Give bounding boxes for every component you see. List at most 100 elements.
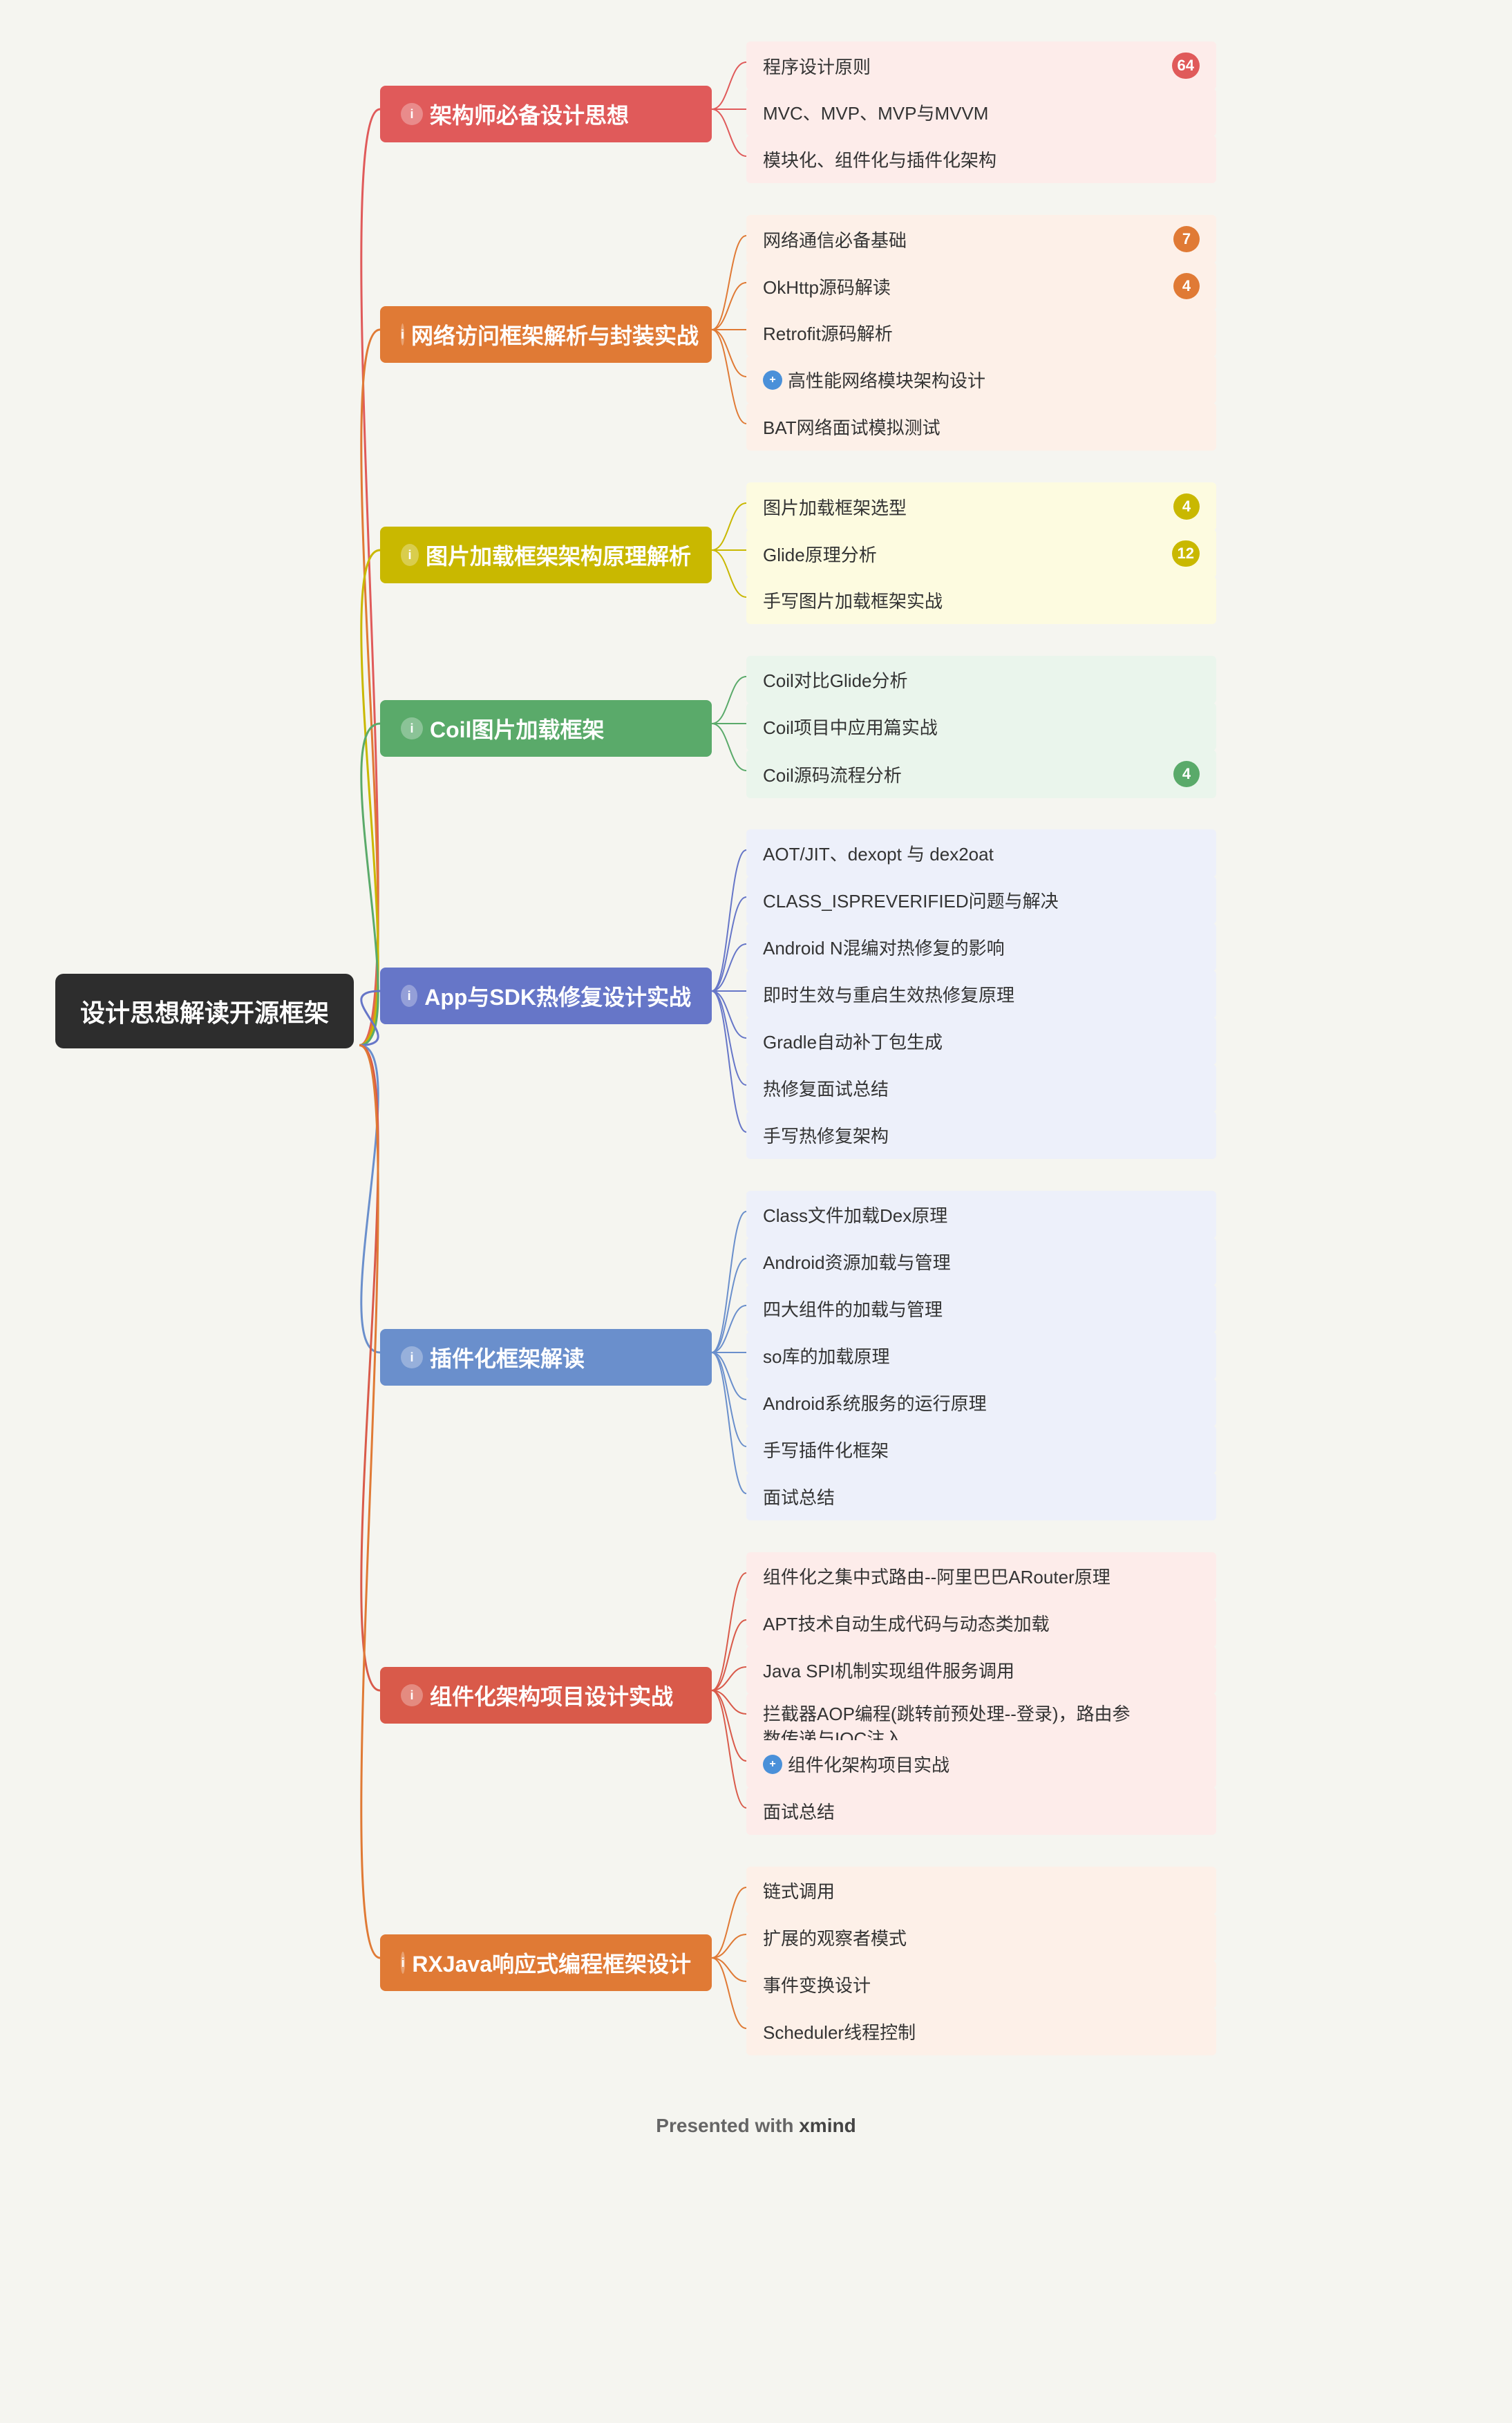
leaf-badge-wangluo-1: 4	[1173, 273, 1200, 299]
leaf-jiagou-1: MVC、MVP、MVP与MVVM	[746, 88, 1216, 136]
leaf-text-hotfix-2: Android N混编对热修复的影响	[763, 934, 1005, 960]
leaf-text-component-4: 组件化架构项目实战	[788, 1751, 949, 1777]
leaf-hotfix-6: 手写热修复架构	[746, 1111, 1216, 1159]
leaf-text-hotfix-1: CLASS_ISPREVERIFIED问题与解决	[763, 887, 1059, 913]
leaf-text-hotfix-0: AOT/JIT、dexopt 与 dex2oat	[763, 840, 994, 866]
leaf-badge-wangluo-0: 7	[1173, 226, 1200, 252]
leaf-plugin-0: Class文件加载Dex原理	[746, 1191, 1216, 1238]
leaf-badge-coil-2: 4	[1173, 761, 1200, 787]
topic-icon-hotfix: i	[401, 985, 417, 1007]
topic-label-plugin: 插件化框架解读	[430, 1341, 585, 1373]
leaf-text-jiagou-1: MVC、MVP、MVP与MVVM	[763, 100, 988, 125]
leaf-text-component-2: Java SPI机制实现组件服务调用	[763, 1657, 1014, 1683]
leaf-rxjava-1: 扩展的观察者模式	[746, 1914, 1216, 1961]
leaf-text-coil-2: Coil源码流程分析	[763, 762, 902, 787]
topic-wangluo: i 网络访问框架解析与封装实战	[380, 306, 712, 363]
leaf-text-wangluo-1: OkHttp源码解读	[763, 274, 891, 299]
leaf-text-component-0: 组件化之集中式路由--阿里巴巴ARouter原理	[763, 1563, 1111, 1589]
leaf-text-hotfix-4: Gradle自动补丁包生成	[763, 1028, 943, 1054]
leaf-plugin-1: Android资源加载与管理	[746, 1238, 1216, 1285]
leaf-hotfix-1: CLASS_ISPREVERIFIED问题与解决	[746, 876, 1216, 924]
leaf-component-4: + 组件化架构项目实战	[746, 1740, 1216, 1788]
leaf-text-plugin-4: Android系统服务的运行原理	[763, 1390, 987, 1415]
leaf-jiagou-0: 程序设计原则64	[746, 41, 1216, 90]
topic-icon-coil: i	[401, 717, 423, 739]
leaf-text-rxjava-1: 扩展的观察者模式	[763, 1925, 907, 1950]
leaf-component-2: Java SPI机制实现组件服务调用	[746, 1646, 1216, 1694]
topic-label-coil: Coil图片加载框架	[430, 713, 604, 744]
leaf-wangluo-0: 网络通信必备基础 7	[746, 215, 1216, 263]
leaf-text-jiagou-0: 程序设计原则	[763, 53, 871, 79]
leaf-tupian-2: 手写图片加载框架实战	[746, 576, 1216, 624]
leaf-text-component-1: APT技术自动生成代码与动态类加载	[763, 1610, 1050, 1636]
topic-label-wangluo: 网络访问框架解析与封装实战	[411, 319, 699, 350]
leaf-wangluo-2: Retrofit源码解析	[746, 309, 1216, 357]
leaf-text-plugin-0: Class文件加载Dex原理	[763, 1202, 947, 1227]
leaf-plugin-6: 面试总结	[746, 1473, 1216, 1520]
footer-prefix: Presented with	[656, 2115, 799, 2136]
topic-hotfix: i App与SDK热修复设计实战	[380, 968, 712, 1024]
leaf-text-wangluo-4: BAT网络面试模拟测试	[763, 414, 941, 440]
leaf-plugin-4: Android系统服务的运行原理	[746, 1379, 1216, 1426]
leaf-coil-1: Coil项目中应用篇实战	[746, 703, 1216, 751]
leaf-text-plugin-2: 四大组件的加载与管理	[763, 1296, 943, 1321]
leaf-text-plugin-3: so库的加载原理	[763, 1343, 889, 1368]
leaf-plugin-3: so库的加载原理	[746, 1332, 1216, 1379]
topic-component: i 组件化架构项目设计实战	[380, 1667, 712, 1724]
leaf-plugin-5: 手写插件化框架	[746, 1426, 1216, 1473]
leaf-hotfix-2: Android N混编对热修复的影响	[746, 923, 1216, 971]
leaf-text-hotfix-6: 手写热修复架构	[763, 1122, 889, 1148]
leaf-text-rxjava-3: Scheduler线程控制	[763, 2019, 916, 2044]
leaf-component-0: 组件化之集中式路由--阿里巴巴ARouter原理	[746, 1552, 1216, 1600]
topic-plugin: i 插件化框架解读	[380, 1329, 712, 1386]
leaf-plugin-2: 四大组件的加载与管理	[746, 1285, 1216, 1332]
leaf-text-component-5: 面试总结	[763, 1798, 835, 1824]
leaf-text-wangluo-2: Retrofit源码解析	[763, 320, 893, 346]
topic-icon-jiagou: i	[401, 103, 423, 125]
topic-icon-rxjava: i	[401, 1952, 405, 1974]
topic-icon-wangluo: i	[401, 323, 404, 346]
leaf-tupian-1: Glide原理分析 12	[746, 529, 1216, 578]
leaf-rxjava-3: Scheduler线程控制	[746, 2008, 1216, 2055]
leaf-text-tupian-1: Glide原理分析	[763, 541, 877, 567]
leaf-hotfix-5: 热修复面试总结	[746, 1064, 1216, 1112]
topic-icon-component: i	[401, 1684, 423, 1706]
topic-label-component: 组件化架构项目设计实战	[430, 1679, 673, 1711]
leaf-component-1: APT技术自动生成代码与动态类加载	[746, 1599, 1216, 1647]
leaf-hotfix-3: 即时生效与重启生效热修复原理	[746, 970, 1216, 1018]
topic-label-jiagou: 架构师必备设计思想	[430, 98, 629, 130]
leaf-text-wangluo-0: 网络通信必备基础	[763, 227, 907, 252]
leaf-coil-2: Coil源码流程分析 4	[746, 750, 1216, 798]
leaf-text-hotfix-3: 即时生效与重启生效热修复原理	[763, 981, 1014, 1007]
topic-icon-plugin: i	[401, 1346, 423, 1368]
leaf-wangluo-1: OkHttp源码解读 4	[746, 262, 1216, 310]
special-icon-wangluo-3: +	[763, 370, 782, 390]
leaf-text-hotfix-5: 热修复面试总结	[763, 1075, 889, 1101]
leaf-text-tupian-0: 图片加载框架选型	[763, 494, 907, 520]
topic-label-hotfix: App与SDK热修复设计实战	[424, 980, 691, 1012]
central-label: 设计思想解读开源框架	[80, 999, 329, 1027]
mind-map-container: 设计思想解读开源框架 i 架构师必备设计思想 程序设计原则64 MVC、MVP、MVP…	[0, 0, 1512, 2170]
branches-container: i 架构师必备设计思想 程序设计原则64 MVC、MVP、MVP与MVVM 模块化、组件…	[0, 0, 1512, 2170]
leaf-badge-tupian-1: 12	[1172, 540, 1200, 567]
topic-coil: i Coil图片加载框架	[380, 700, 712, 757]
topic-label-tupian: 图片加载框架架构原理解析	[426, 539, 691, 571]
footer: Presented with xmind	[656, 2115, 856, 2142]
leaf-text-wangluo-3: 高性能网络模块架构设计	[788, 367, 985, 393]
leaf-rxjava-2: 事件变换设计	[746, 1961, 1216, 2008]
leaf-coil-0: Coil对比Glide分析	[746, 656, 1216, 704]
leaf-jiagou-2: 模块化、组件化与插件化架构	[746, 135, 1216, 183]
topic-rxjava: iRXJava响应式编程框架设计	[380, 1934, 712, 1991]
leaf-text-jiagou-2: 模块化、组件化与插件化架构	[763, 147, 996, 172]
leaf-text-plugin-5: 手写插件化框架	[763, 1437, 889, 1462]
leaf-text-tupian-2: 手写图片加载框架实战	[763, 587, 943, 613]
leaf-text-rxjava-0: 链式调用	[763, 1878, 835, 1903]
leaf-wangluo-3: + 高性能网络模块架构设计	[746, 356, 1216, 404]
leaf-text-plugin-1: Android资源加载与管理	[763, 1249, 951, 1274]
leaf-text-plugin-6: 面试总结	[763, 1484, 835, 1509]
special-icon-component-4: +	[763, 1755, 782, 1774]
topic-tupian: i 图片加载框架架构原理解析	[380, 527, 712, 583]
topic-icon-tupian: i	[401, 544, 419, 566]
leaf-text-rxjava-2: 事件变换设计	[763, 1972, 871, 1997]
leaf-tupian-0: 图片加载框架选型4	[746, 482, 1216, 531]
